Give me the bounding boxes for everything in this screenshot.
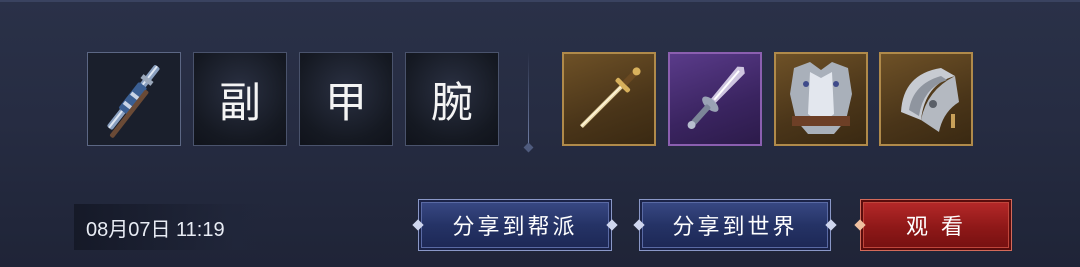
offhand-slot-label: 副 xyxy=(218,77,261,127)
steel-bracer-icon xyxy=(901,68,959,132)
button-corner-ornament xyxy=(825,219,837,231)
share-to-guild-label: 分享到帮派 xyxy=(452,215,578,240)
sword-sheath-icon xyxy=(88,53,180,145)
bracer-slot-label: 腕 xyxy=(430,77,473,127)
equipment-slot-offhand[interactable]: 副 xyxy=(193,52,287,146)
divider-ornament xyxy=(523,142,534,153)
steel-armor-icon xyxy=(790,62,852,134)
equipment-slot-purple-dagger[interactable] xyxy=(668,52,762,146)
equipment-slot-steel-armor[interactable] xyxy=(774,52,868,146)
share-to-world-button[interactable]: 分享到世界 xyxy=(633,199,837,251)
equipment-slot-armor[interactable]: 甲 xyxy=(299,52,393,146)
button-corner-ornament xyxy=(854,219,866,231)
golden-sword-icon xyxy=(580,67,641,128)
watch-label: 观 看 xyxy=(906,215,966,240)
share-to-guild-button[interactable]: 分享到帮派 xyxy=(412,199,618,251)
button-corner-ornament xyxy=(633,219,645,231)
purple-dagger-icon xyxy=(687,66,745,130)
equipment-slot-steel-bracer[interactable] xyxy=(879,52,973,146)
group-divider xyxy=(528,52,529,148)
share-to-world-label: 分享到世界 xyxy=(672,215,798,240)
watch-button[interactable]: 观 看 xyxy=(854,199,1012,251)
equipment-slot-weapon[interactable] xyxy=(87,52,181,146)
timestamp: 08月07日 11:19 xyxy=(86,218,225,241)
top-divider xyxy=(0,0,1080,2)
equipment-slot-bracer[interactable]: 腕 xyxy=(405,52,499,146)
timestamp-box: 08月07日 11:19 xyxy=(74,204,274,250)
equipment-slot-gold-sword[interactable] xyxy=(562,52,656,146)
button-corner-ornament xyxy=(606,219,618,231)
button-corner-ornament xyxy=(412,219,424,231)
armor-slot-label: 甲 xyxy=(324,77,367,127)
